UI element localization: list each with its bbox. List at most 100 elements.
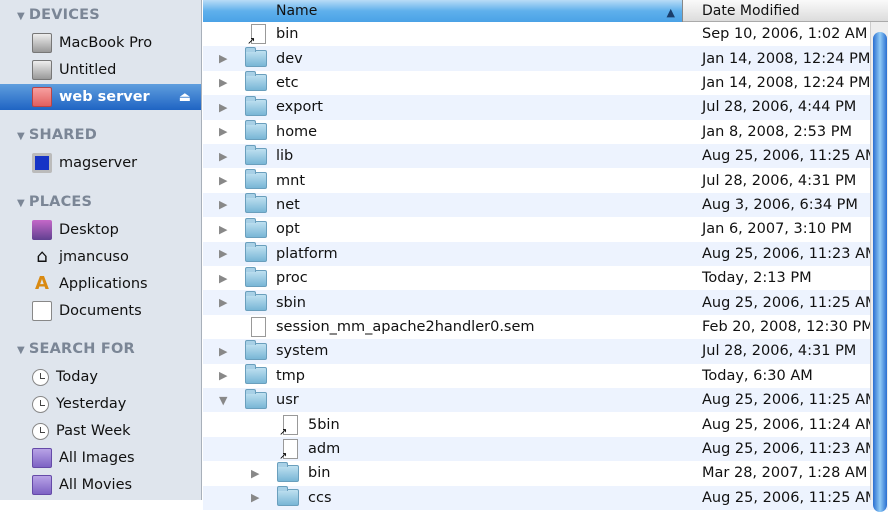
sidebar-item-label: Applications	[59, 276, 148, 292]
file-name: usr	[276, 392, 299, 409]
disclosure-collapsed-icon[interactable]: ▶	[219, 125, 227, 138]
date-modified: Today, 6:30 AM	[702, 367, 813, 384]
date-modified: Jan 8, 2008, 2:53 PM	[702, 123, 852, 140]
sidebar-item-untitled[interactable]: Untitled	[0, 57, 201, 83]
date-modified: Sep 10, 2006, 1:02 AM	[702, 26, 868, 43]
file-row[interactable]: 5bin Aug 25, 2006, 11:24 AM	[203, 412, 888, 438]
disclosure-expanded-icon[interactable]: ▼	[219, 394, 227, 407]
sidebar-item-label: MacBook Pro	[59, 35, 153, 51]
folder-icon	[245, 217, 267, 238]
date-modified: Aug 25, 2006, 11:25 AM	[702, 148, 878, 165]
file-icon	[251, 316, 266, 337]
section-title: PLACES	[28, 194, 93, 210]
disclosure-collapsed-icon[interactable]: ▶	[219, 150, 227, 163]
sidebar-item-today[interactable]: Today	[0, 364, 201, 390]
file-list: Name ▲ Date Modified bin Sep 10, 2006, 1:0…	[203, 0, 888, 512]
file-row[interactable]: ▶ dev Jan 14, 2008, 12:24 PM	[203, 46, 888, 71]
sidebar-section-devices[interactable]: ▼ DEVICES	[17, 7, 100, 23]
date-modified: Feb 20, 2008, 12:30 PM	[702, 318, 874, 335]
folder-icon	[245, 242, 267, 263]
file-name: opt	[276, 221, 300, 238]
sidebar-item-yesterday[interactable]: Yesterday	[0, 391, 201, 417]
sidebar-item-past-week[interactable]: Past Week	[0, 418, 201, 444]
sidebar-item-label: All Images	[59, 450, 135, 466]
sidebar-item-all-movies[interactable]: All Movies	[0, 472, 201, 498]
file-row[interactable]: ▶ proc Today, 2:13 PM	[203, 266, 888, 290]
file-row[interactable]: ▶ lib Aug 25, 2006, 11:25 AM	[203, 144, 888, 169]
file-row[interactable]: ▶ export Jul 28, 2006, 4:44 PM	[203, 95, 888, 120]
clock-icon	[32, 395, 49, 413]
sidebar-item-applications[interactable]: A Applications	[0, 271, 201, 297]
clock-icon	[32, 368, 49, 386]
disclosure-collapsed-icon[interactable]: ▶	[251, 491, 259, 504]
file-row[interactable]: ▶ etc Jan 14, 2008, 12:24 PM	[203, 71, 888, 95]
disclosure-collapsed-icon[interactable]: ▶	[219, 223, 227, 236]
sidebar-item-web-server[interactable]: web server ⏏	[0, 84, 201, 110]
date-modified: Aug 25, 2006, 11:25 AM	[702, 392, 878, 409]
folder-icon	[245, 193, 267, 214]
file-row[interactable]: ▶ ccs Aug 25, 2006, 11:25 AM	[203, 485, 888, 510]
disclosure-collapsed-icon[interactable]: ▶	[219, 101, 227, 114]
desktop-icon	[32, 220, 52, 240]
file-row[interactable]: ▶ home Jan 8, 2008, 2:53 PM	[203, 120, 888, 144]
disclosure-collapsed-icon[interactable]: ▶	[219, 345, 227, 358]
file-name: session_mm_apache2handler0.sem	[276, 318, 535, 335]
server-disk-icon	[32, 87, 52, 107]
disclosure-collapsed-icon[interactable]: ▶	[219, 272, 227, 285]
monitor-icon	[32, 153, 52, 173]
file-row[interactable]: bin Sep 10, 2006, 1:02 AM	[203, 22, 888, 47]
date-modified: Jan 14, 2008, 12:24 PM	[702, 74, 871, 91]
sidebar: ▼ DEVICES MacBook Pro Untitled web server ⏏ ▼ S…	[0, 0, 202, 500]
file-row[interactable]: ▶ bin Mar 28, 2007, 1:28 AM	[203, 461, 888, 485]
sidebar-item-label: Desktop	[59, 222, 119, 238]
sidebar-item-label: jmancuso	[59, 249, 129, 265]
file-row[interactable]: session_mm_apache2handler0.sem Feb 20, 20…	[203, 315, 888, 339]
disclosure-collapsed-icon[interactable]: ▶	[251, 467, 259, 480]
file-row[interactable]: ▼ usr Aug 25, 2006, 11:25 AM	[203, 388, 888, 413]
sidebar-item-magserver[interactable]: magserver	[0, 150, 201, 176]
folder-icon	[245, 47, 267, 68]
sidebar-section-search-for[interactable]: ▼ SEARCH FOR	[17, 341, 135, 357]
sidebar-section-shared[interactable]: ▼ SHARED	[17, 127, 97, 143]
name-column-header[interactable]: Name ▲	[203, 0, 683, 22]
sidebar-item-jmancuso[interactable]: ⌂ jmancuso	[0, 244, 201, 270]
scrollbar-thumb[interactable]	[873, 32, 887, 512]
file-row[interactable]: ▶ system Jul 28, 2006, 4:31 PM	[203, 339, 888, 364]
documents-icon	[32, 301, 52, 321]
disclosure-collapsed-icon[interactable]: ▶	[219, 247, 227, 260]
file-name: platform	[276, 245, 338, 262]
disclosure-collapsed-icon[interactable]: ▶	[219, 76, 227, 89]
disclosure-collapsed-icon[interactable]: ▶	[219, 296, 227, 309]
section-title: SEARCH FOR	[28, 341, 135, 357]
folder-icon	[245, 95, 267, 116]
sidebar-item-label: web server	[59, 89, 150, 105]
sidebar-item-all-images[interactable]: All Images	[0, 445, 201, 471]
sidebar-section-places[interactable]: ▼ PLACES	[17, 194, 92, 210]
date-modified: Jul 28, 2006, 4:44 PM	[702, 99, 857, 116]
folder-icon	[245, 144, 267, 165]
file-row[interactable]: ▶ mnt Jul 28, 2006, 4:31 PM	[203, 168, 888, 192]
disclosure-collapsed-icon[interactable]: ▶	[219, 174, 227, 187]
disclosure-collapsed-icon[interactable]: ▶	[219, 52, 227, 65]
file-row[interactable]: ▶ opt Jan 6, 2007, 3:10 PM	[203, 217, 888, 241]
column-header: Name ▲ Date Modified	[203, 0, 888, 22]
sidebar-item-label: magserver	[59, 155, 138, 171]
date-modified-column-header[interactable]: Date Modified	[684, 0, 800, 23]
disclosure-collapsed-icon[interactable]: ▶	[219, 198, 227, 211]
disclosure-triangle-icon: ▼	[17, 11, 25, 22]
file-name: sbin	[276, 294, 306, 311]
file-row[interactable]: adm Aug 25, 2006, 11:23 AM	[203, 436, 888, 462]
vertical-scrollbar[interactable]	[870, 22, 888, 512]
file-row[interactable]: ▶ sbin Aug 25, 2006, 11:25 AM	[203, 290, 888, 315]
section-title: DEVICES	[28, 7, 100, 23]
eject-icon[interactable]: ⏏	[179, 90, 191, 105]
file-row[interactable]: ▶ tmp Today, 6:30 AM	[203, 364, 888, 388]
disclosure-collapsed-icon[interactable]: ▶	[219, 369, 227, 382]
file-row[interactable]: ▶ platform Aug 25, 2006, 11:23 AM	[203, 241, 888, 266]
disclosure-triangle-icon: ▼	[17, 131, 25, 142]
sidebar-item-documents[interactable]: Documents	[0, 298, 201, 324]
file-row[interactable]: ▶ net Aug 3, 2006, 6:34 PM	[203, 192, 888, 218]
sidebar-item-macbook-pro[interactable]: MacBook Pro	[0, 30, 201, 56]
sidebar-item-label: All Movies	[59, 477, 133, 493]
sidebar-item-desktop[interactable]: Desktop	[0, 217, 201, 243]
